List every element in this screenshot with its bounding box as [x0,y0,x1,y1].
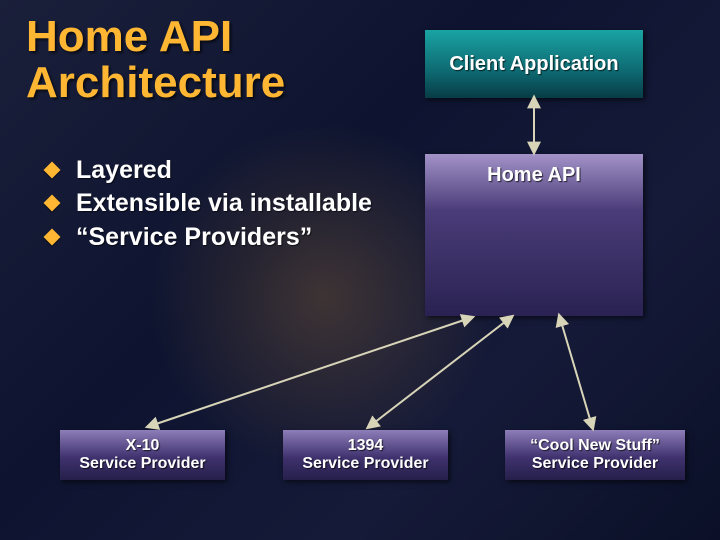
slide: Home API Architecture Layered Extensible… [0,0,720,540]
box-label: Home API [487,164,581,187]
box-label: “Cool New Stuff” Service Provider [530,437,660,474]
box-client-application: Client Application [425,30,643,98]
bullet-text: “Service Providers” [76,222,312,253]
slide-title: Home API Architecture [26,14,285,106]
bullet-diamond-icon [44,162,61,179]
bullet-item: “Service Providers” [40,222,400,253]
box-label: Client Application [449,53,618,76]
bullet-text: Layered [76,155,172,186]
bullet-item: Extensible via installable [40,188,400,219]
box-label: X-10 Service Provider [79,437,205,474]
bullet-text: Extensible via installable [76,188,372,219]
bullet-item: Layered [40,155,400,186]
box-label: 1394 Service Provider [302,437,428,474]
bullet-diamond-icon [44,228,61,245]
box-sp-x10: X-10 Service Provider [60,430,225,480]
box-sp-1394: 1394 Service Provider [283,430,448,480]
box-sp-cool: “Cool New Stuff” Service Provider [505,430,685,480]
bullet-list: Layered Extensible via installable “Serv… [40,155,400,255]
bullet-diamond-icon [44,195,61,212]
box-home-api: Home API [425,154,643,316]
